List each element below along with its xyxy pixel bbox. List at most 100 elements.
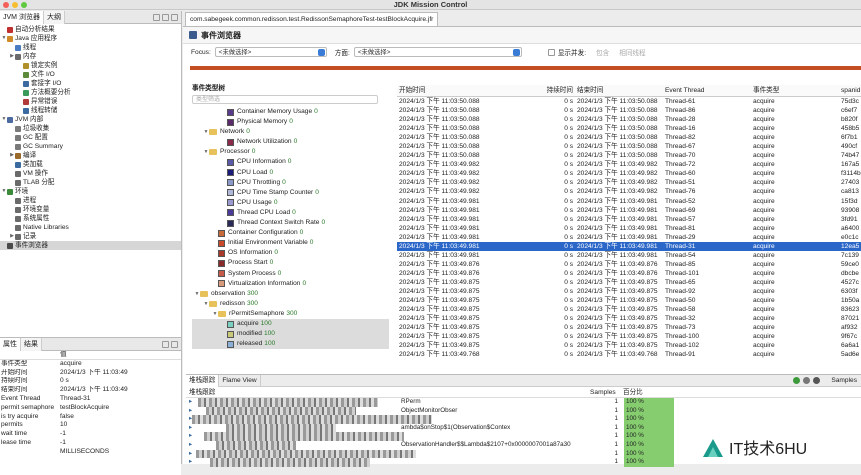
- property-row[interactable]: permit semaphore testBlockAcquire: [0, 404, 181, 413]
- table-row[interactable]: 2024/1/3 下午 11:03:49.981 0 s 2024/1/3 下午 1…: [397, 224, 861, 233]
- nav-item[interactable]: 锁定实例: [0, 61, 181, 70]
- type-tree-row[interactable]: Network Utilization 0: [192, 137, 389, 147]
- type-tree-row[interactable]: OS Information 0: [192, 248, 389, 258]
- property-row[interactable]: Event Thread Thread-31: [0, 395, 181, 404]
- minimize-icon[interactable]: [171, 13, 178, 21]
- tab-results[interactable]: 结果: [21, 337, 42, 351]
- type-tree-row[interactable]: ▼ redisson 300: [192, 299, 389, 309]
- nav-item[interactable]: 文件 I/O: [0, 70, 181, 79]
- nav-item[interactable]: ▶ 编译: [0, 151, 181, 160]
- column-header[interactable]: Event Thread: [663, 85, 751, 96]
- table-row[interactable]: 2024/1/3 下午 11:03:49.876 0 s 2024/1/3 下午 1…: [397, 260, 861, 269]
- type-tree-row[interactable]: CPU Throttling 0: [192, 178, 389, 188]
- property-row[interactable]: permits 10: [0, 421, 181, 430]
- table-row[interactable]: 2024/1/3 下午 11:03:49.981 0 s 2024/1/3 下午 1…: [397, 197, 861, 206]
- type-tree-row[interactable]: Physical Memory 0: [192, 117, 389, 127]
- type-tree-row[interactable]: modified 100: [192, 329, 389, 340]
- nav-item[interactable]: GC 配置: [0, 133, 181, 142]
- group-icon[interactable]: [813, 377, 821, 384]
- nav-item[interactable]: 线程: [0, 43, 181, 52]
- tab-outline[interactable]: 大纲: [43, 10, 65, 24]
- table-row[interactable]: 2024/1/3 下午 11:03:49.981 0 s 2024/1/3 下午 1…: [397, 206, 861, 215]
- minimize-window-icon[interactable]: [12, 2, 18, 8]
- nav-item[interactable]: 系统属性: [0, 214, 181, 223]
- nav-item[interactable]: ▶ 内存: [0, 52, 181, 61]
- nav-item[interactable]: 进程: [0, 196, 181, 205]
- table-row[interactable]: 2024/1/3 下午 11:03:50.088 0 s 2024/1/3 下午 1…: [397, 151, 861, 160]
- table-row[interactable]: 2024/1/3 下午 11:03:49.875 0 s 2024/1/3 下午 1…: [397, 296, 861, 305]
- samples-label[interactable]: Samples: [831, 377, 857, 384]
- menu-icon[interactable]: [162, 340, 169, 348]
- table-row[interactable]: 2024/1/3 下午 11:03:49.981 0 s 2024/1/3 下午 1…: [397, 233, 861, 242]
- type-tree-row[interactable]: CPU Time Stamp Counter 0: [192, 188, 389, 198]
- refresh-icon[interactable]: [793, 377, 801, 384]
- nav-item[interactable]: TLAB 分配: [0, 178, 181, 187]
- show-concurrent-checkbox[interactable]: [547, 48, 555, 56]
- link-icon[interactable]: [153, 13, 160, 21]
- type-tree-row[interactable]: CPU Information 0: [192, 157, 389, 167]
- nav-item[interactable]: 垃圾收集: [0, 124, 181, 133]
- table-row[interactable]: 2024/1/3 下午 11:03:49.875 0 s 2024/1/3 下午 1…: [397, 314, 861, 323]
- nav-item[interactable]: 类加载: [0, 160, 181, 169]
- table-row[interactable]: 2024/1/3 下午 11:03:50.088 0 s 2024/1/3 下午 1…: [397, 97, 861, 106]
- table-row[interactable]: 2024/1/3 下午 11:03:49.876 0 s 2024/1/3 下午 1…: [397, 269, 861, 278]
- nav-item[interactable]: 异常错误: [0, 97, 181, 106]
- table-row[interactable]: 2024/1/3 下午 11:03:50.088 0 s 2024/1/3 下午 1…: [397, 133, 861, 142]
- table-row[interactable]: 2024/1/3 下午 11:03:49.875 0 s 2024/1/3 下午 1…: [397, 305, 861, 314]
- tab-stack-trace[interactable]: 堆栈跟踪: [186, 374, 220, 387]
- table-row[interactable]: 2024/1/3 下午 11:03:49.981 0 s 2024/1/3 下午 1…: [397, 251, 861, 260]
- table-row[interactable]: 2024/1/3 下午 11:03:49.982 0 s 2024/1/3 下午 1…: [397, 169, 861, 178]
- focus-select[interactable]: <未做选择>: [214, 47, 327, 57]
- aspect-select[interactable]: <未做选择>: [353, 47, 522, 57]
- stack-row[interactable]: ▸ 1 100 %: [186, 415, 861, 424]
- maximize-window-icon[interactable]: [21, 2, 27, 8]
- table-row[interactable]: 2024/1/3 下午 11:03:49.875 0 s 2024/1/3 下午 1…: [397, 332, 861, 341]
- property-row[interactable]: 开始时间 2024/1/3 下午 11:03:49: [0, 369, 181, 378]
- nav-item[interactable]: ▼ JVM 内部: [0, 115, 181, 124]
- type-tree-row[interactable]: CPU Usage 0: [192, 198, 389, 208]
- property-row[interactable]: 持续时间 0 s: [0, 377, 181, 386]
- editor-tab-jfr[interactable]: com.sabegeek.common.redisson.test.Rediss…: [185, 12, 439, 26]
- table-row[interactable]: 2024/1/3 下午 11:03:49.981 0 s 2024/1/3 下午 1…: [397, 215, 861, 224]
- table-row[interactable]: 2024/1/3 下午 11:03:49.875 0 s 2024/1/3 下午 1…: [397, 278, 861, 287]
- column-header[interactable]: 事件类型: [751, 85, 839, 96]
- property-row[interactable]: lease time -1: [0, 439, 181, 448]
- nav-item[interactable]: Native Libraries: [0, 223, 181, 232]
- type-tree-row[interactable]: ▼ rPermitSemaphore 300: [192, 309, 389, 319]
- table-row[interactable]: 2024/1/3 下午 11:03:49.768 0 s 2024/1/3 下午 1…: [397, 350, 861, 359]
- type-tree-row[interactable]: Thread CPU Load 0: [192, 208, 389, 218]
- column-header[interactable]: 结束时间: [575, 85, 663, 96]
- tab-flame-view[interactable]: Flame View: [219, 374, 261, 387]
- type-tree-row[interactable]: ▼ Processor 0: [192, 147, 389, 157]
- nav-item[interactable]: ▼ 环境: [0, 187, 181, 196]
- nav-item[interactable]: 环境变量: [0, 205, 181, 214]
- type-tree-row[interactable]: ▼ Network 0: [192, 127, 389, 137]
- layout-icon[interactable]: [803, 377, 811, 384]
- property-row[interactable]: is try acquire false: [0, 413, 181, 422]
- table-row[interactable]: 2024/1/3 下午 11:03:49.875 0 s 2024/1/3 下午 1…: [397, 323, 861, 332]
- table-row[interactable]: 2024/1/3 下午 11:03:49.875 0 s 2024/1/3 下午 1…: [397, 341, 861, 350]
- column-header[interactable]: 持续时间: [489, 85, 575, 96]
- table-row[interactable]: 2024/1/3 下午 11:03:49.981 0 s 2024/1/3 下午 1…: [397, 241, 861, 251]
- tab-jvm-browser[interactable]: JVM 浏览器: [0, 10, 44, 24]
- type-tree-row[interactable]: Container Memory Usage 0: [192, 107, 389, 117]
- stack-row[interactable]: ▸ RPerm 1 100 %: [186, 398, 861, 407]
- table-row[interactable]: 2024/1/3 下午 11:03:49.875 0 s 2024/1/3 下午 1…: [397, 287, 861, 296]
- table-row[interactable]: 2024/1/3 下午 11:03:50.088 0 s 2024/1/3 下午 1…: [397, 142, 861, 151]
- column-header[interactable]: spanid: [839, 85, 861, 96]
- type-tree-row[interactable]: Container Configuration 0: [192, 228, 389, 238]
- nav-item[interactable]: ▶ 记录: [0, 232, 181, 241]
- table-row[interactable]: 2024/1/3 下午 11:03:49.982 0 s 2024/1/3 下午 1…: [397, 187, 861, 196]
- column-header[interactable]: 开始时间: [397, 85, 489, 96]
- type-tree-row[interactable]: CPU Load 0: [192, 168, 389, 178]
- property-row[interactable]: 事件类型 acquire: [0, 360, 181, 369]
- table-row[interactable]: 2024/1/3 下午 11:03:50.088 0 s 2024/1/3 下午 1…: [397, 106, 861, 115]
- type-tree-row[interactable]: Initial Environment Variable 0: [192, 238, 389, 248]
- table-row[interactable]: 2024/1/3 下午 11:03:49.982 0 s 2024/1/3 下午 1…: [397, 178, 861, 187]
- type-tree-row[interactable]: Process Start 0: [192, 258, 389, 268]
- collapse-icon[interactable]: [162, 13, 169, 21]
- table-row[interactable]: 2024/1/3 下午 11:03:50.088 0 s 2024/1/3 下午 1…: [397, 115, 861, 124]
- nav-item[interactable]: 自动分析结果: [0, 25, 181, 34]
- property-row[interactable]: MILLISECONDS: [0, 448, 181, 457]
- tab-properties[interactable]: 属性: [0, 337, 21, 351]
